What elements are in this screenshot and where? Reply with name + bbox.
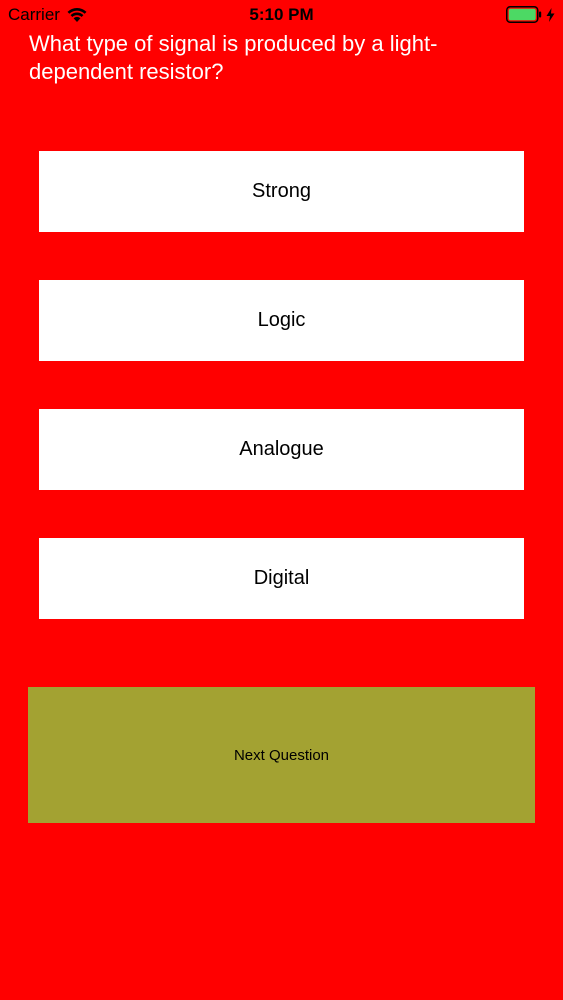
answer-button-digital[interactable]: Digital (39, 538, 524, 619)
answer-button-analogue[interactable]: Analogue (39, 409, 524, 490)
next-question-button[interactable]: Next Question (28, 687, 535, 823)
charging-bolt-icon (546, 7, 555, 22)
question-text: What type of signal is produced by a lig… (29, 31, 438, 84)
status-bar: Carrier 5:10 PM (0, 0, 563, 30)
answer-button-strong[interactable]: Strong (39, 151, 524, 232)
battery-status (506, 6, 555, 23)
quiz-screen: Carrier 5:10 PM What type of signal is p… (0, 0, 563, 1000)
battery-icon (506, 6, 542, 23)
answer-list: Strong Logic Analogue Digital (39, 151, 524, 667)
status-time: 5:10 PM (249, 5, 314, 24)
answer-button-logic[interactable]: Logic (39, 280, 524, 361)
